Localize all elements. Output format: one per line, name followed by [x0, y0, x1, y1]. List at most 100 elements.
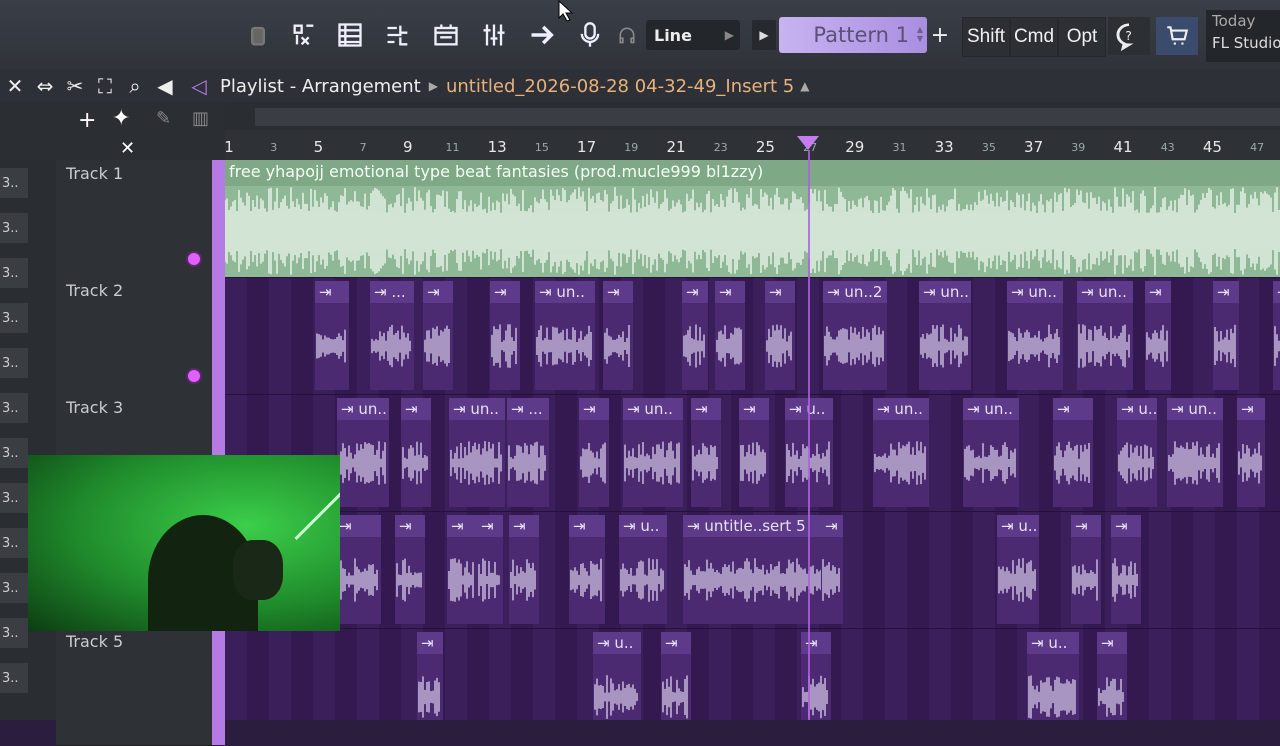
track-header[interactable]: Track 5	[56, 628, 212, 746]
audio-clip[interactable]: ⇥	[691, 398, 721, 507]
audio-clip[interactable]: ⇥	[335, 515, 381, 624]
audio-clip[interactable]: ⇥	[477, 515, 503, 624]
track-number-item[interactable]: 3..	[0, 348, 28, 378]
audio-clip[interactable]: ⇥ ...	[370, 281, 414, 390]
browser-button[interactable]	[426, 14, 466, 56]
audio-clip[interactable]: ⇥ un..	[337, 398, 389, 507]
cmd-button[interactable]: Cmd	[1010, 17, 1058, 57]
track-number-item[interactable]: 3..	[0, 438, 28, 468]
audio-clip[interactable]: ⇥	[447, 515, 477, 624]
select-tool-icon[interactable]: ⛶	[90, 71, 120, 101]
zoom-tool-icon[interactable]: ⌕	[120, 71, 150, 101]
mixer-faders-button[interactable]	[474, 14, 514, 56]
shift-button[interactable]: Shift	[962, 17, 1010, 57]
audio-clip[interactable]: ⇥	[661, 632, 691, 720]
audio-clip[interactable]: ⇥	[682, 281, 708, 390]
overview-scrollbar[interactable]	[255, 108, 1280, 126]
timeline-ruler[interactable]: 1 5 9 13 17 21 25 29 33 37 41 45 3 7 11 15 19 23 27 31 35 39 4…	[224, 130, 1280, 160]
track-color-bar[interactable]	[212, 160, 225, 277]
piano-icon[interactable]: ▥	[192, 108, 209, 129]
audio-clip[interactable]: ⇥ untitle..sert 5	[683, 515, 833, 624]
audio-clip[interactable]: ⇥	[1111, 515, 1141, 624]
audio-clip[interactable]: ⇥ un..	[1077, 281, 1133, 390]
audio-clip[interactable]: ⇥ un..	[535, 281, 595, 390]
audio-clip[interactable]: ⇥	[801, 632, 831, 720]
shop-cart-button[interactable]	[1156, 17, 1198, 55]
audio-clip[interactable]: ⇥ u..	[997, 515, 1039, 624]
track-number-item[interactable]: 3..	[0, 663, 28, 693]
add-pattern-button[interactable]: +	[928, 18, 952, 52]
audio-clip[interactable]: ⇥	[1097, 632, 1127, 720]
track-number-item[interactable]: 3..	[0, 213, 28, 243]
track-number-item[interactable]: 3..	[0, 483, 28, 513]
track-number-item[interactable]: 3..	[0, 393, 28, 423]
audio-clip[interactable]: ⇥	[603, 281, 633, 390]
audio-clip[interactable]: ⇥ un..	[1167, 398, 1223, 507]
track-mute-button[interactable]	[186, 251, 202, 267]
hint-bubble-button[interactable]: ?	[1108, 17, 1150, 55]
close-icon[interactable]: ✕	[120, 138, 135, 159]
audio-clip[interactable]: ⇥	[401, 398, 431, 507]
audio-clip[interactable]: ⇥ u..	[1027, 632, 1079, 720]
opt-button[interactable]: Opt	[1058, 17, 1106, 57]
piano-roll-button[interactable]	[284, 14, 324, 56]
microphone-icon[interactable]	[570, 14, 610, 56]
audio-clip[interactable]: ⇥	[1273, 281, 1280, 390]
pencil-icon[interactable]: ✎	[156, 108, 171, 129]
headphones-icon[interactable]	[612, 14, 642, 56]
audio-clip[interactable]: ⇥ un..	[623, 398, 683, 507]
audio-clip[interactable]: ⇥	[315, 281, 349, 390]
track-number-item[interactable]: 3..	[0, 573, 28, 603]
audio-clip[interactable]: ⇥	[1071, 515, 1101, 624]
track-number-item[interactable]: 3..	[0, 618, 28, 648]
track-header[interactable]: Track 1	[56, 160, 212, 278]
audio-clip[interactable]: ⇥	[1053, 398, 1093, 507]
playhead-marker-icon[interactable]	[797, 136, 819, 150]
track-number-item[interactable]: 3..	[0, 303, 28, 333]
slice-tool-icon[interactable]: ✂	[60, 71, 90, 101]
audio-clip[interactable]: ⇥	[417, 632, 443, 720]
playlist-file-name[interactable]: untitled_2026-08-28 04-32-49_Insert 5	[446, 76, 794, 97]
audio-clip[interactable]: ⇥	[821, 515, 843, 624]
track-number-item[interactable]: 3..	[0, 528, 28, 558]
channel-rack-button[interactable]	[330, 14, 370, 56]
audio-clip[interactable]: ⇥	[569, 515, 605, 624]
audio-clip[interactable]: ⇥	[765, 281, 795, 390]
slip-tool-icon[interactable]: ⇔	[30, 71, 60, 101]
audio-clip[interactable]: ⇥ u..	[619, 515, 667, 624]
playback-tool-icon[interactable]: ◀	[150, 71, 180, 101]
audio-clip[interactable]: ⇥	[509, 515, 539, 624]
playhead-line[interactable]	[808, 150, 810, 720]
pattern-play-button[interactable]: ▶	[752, 20, 776, 50]
news-panel[interactable]: Today FL Studio	[1206, 10, 1280, 62]
speaker-icon[interactable]: ◁	[184, 71, 214, 101]
audio-clip[interactable]: ⇥ un..	[963, 398, 1019, 507]
arrangement-overview[interactable]	[225, 102, 1280, 130]
pattern-selector[interactable]: Pattern 1 ▲ ▼	[779, 17, 927, 53]
track-mute-button[interactable]	[186, 368, 202, 384]
magnet-snap-icon[interactable]: ✦	[112, 106, 130, 131]
audio-clip-track-1[interactable]: free yhapojj emotional type beat fantasi…	[225, 160, 1280, 277]
add-track-icon[interactable]: +	[78, 108, 96, 133]
playlist-grid[interactable]: free yhapojj emotional type beat fantasi…	[225, 160, 1280, 720]
audio-clip[interactable]: ⇥ un..	[873, 398, 929, 507]
track-number-item[interactable]: 3..	[0, 258, 28, 288]
audio-clip[interactable]: ⇥	[1237, 398, 1265, 507]
mixer-button[interactable]	[378, 14, 418, 56]
knob-icon[interactable]	[238, 14, 278, 56]
audio-clip[interactable]: ⇥ u..	[593, 632, 641, 720]
mute-tool-icon[interactable]: ✕	[0, 71, 30, 101]
track-color-bar[interactable]	[212, 628, 225, 745]
audio-clip[interactable]: ⇥	[715, 281, 745, 390]
audio-clip[interactable]: ⇥	[1213, 281, 1239, 390]
audio-clip[interactable]: ⇥ un..	[919, 281, 971, 390]
track-color-bar[interactable]	[212, 277, 225, 394]
audio-clip[interactable]: ⇥	[423, 281, 453, 390]
audio-clip[interactable]: ⇥ un..	[1007, 281, 1063, 390]
audio-clip[interactable]: ⇥	[739, 398, 769, 507]
audio-clip[interactable]: ⇥ un..	[449, 398, 505, 507]
audio-clip[interactable]: ⇥	[490, 281, 520, 390]
track-header[interactable]: Track 2	[56, 277, 212, 395]
audio-clip[interactable]: ⇥ u..	[1117, 398, 1157, 507]
snap-select[interactable]: Line ▶	[646, 20, 740, 50]
